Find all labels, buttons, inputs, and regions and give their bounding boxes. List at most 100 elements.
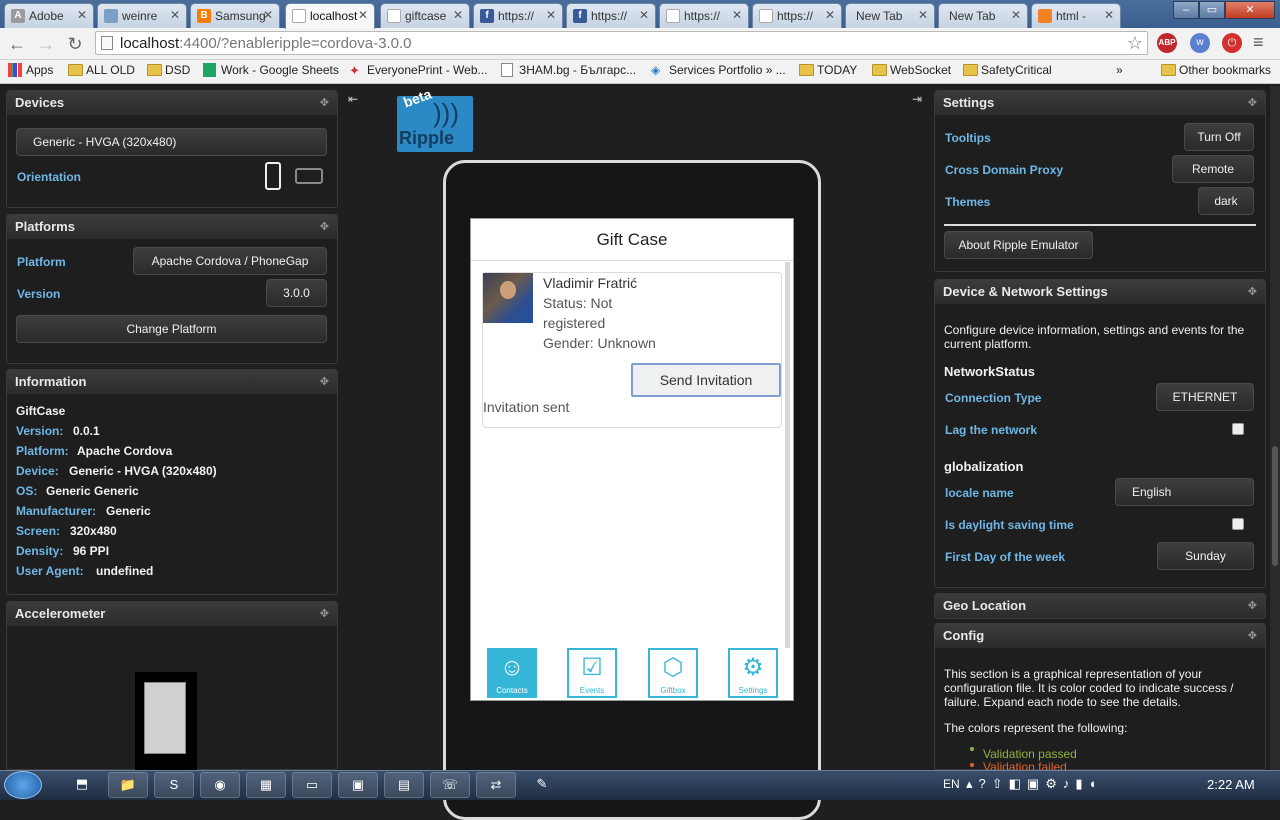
close-window-button[interactable]: ✕ (1225, 1, 1275, 19)
pin-icon[interactable]: ✥ (320, 220, 329, 233)
close-icon[interactable]: ✕ (1104, 8, 1114, 22)
bookmark-folder[interactable]: DSD (147, 63, 190, 77)
device-select[interactable]: Generic - HVGA (320x480) (16, 128, 327, 156)
browser-tab[interactable]: https://✕ (659, 3, 749, 28)
teamviewer-icon[interactable]: ⇄ (476, 772, 516, 798)
pin-icon[interactable]: ✥ (1248, 599, 1257, 612)
panel-header[interactable]: Geo Location ✥ (935, 594, 1265, 618)
taskbar-app-icon[interactable]: ⬒ (62, 772, 102, 798)
tab-events[interactable]: ☑ Events (567, 648, 617, 698)
landscape-icon[interactable] (295, 168, 323, 184)
close-icon[interactable]: ✕ (170, 8, 180, 22)
bookmark-folder-other[interactable]: Other bookmarks (1161, 63, 1271, 77)
panel-header[interactable]: Device & Network Settings ✥ (935, 280, 1265, 304)
browser-tab[interactable]: New Tab ✕ (938, 3, 1028, 28)
change-platform-button[interactable]: Change Platform (16, 315, 327, 343)
close-icon[interactable]: ✕ (77, 8, 87, 22)
accelerometer-device[interactable] (135, 672, 197, 770)
pin-icon[interactable]: ✥ (320, 96, 329, 109)
browser-tab[interactable]: f https://✕ (473, 3, 563, 28)
close-icon[interactable]: ✕ (732, 8, 742, 22)
bookmark-folder[interactable]: WebSocket (872, 63, 951, 77)
panel-header[interactable]: Settings ✥ (935, 91, 1265, 115)
browser-tab[interactable]: A Adobe ✕ (4, 3, 94, 28)
reload-icon[interactable]: ↻ (65, 34, 85, 55)
scrollbar[interactable] (785, 262, 790, 648)
proxy-select[interactable]: Remote (1172, 155, 1254, 183)
pin-icon[interactable]: ✥ (1248, 96, 1257, 109)
taskbar-app-icon[interactable]: ▣ (338, 772, 378, 798)
bookmark-folder[interactable]: ALL OLD (68, 63, 135, 77)
browser-tab[interactable]: weinre ✕ (97, 3, 187, 28)
bookmark-apps[interactable]: Apps (8, 63, 53, 77)
collapse-right-icon[interactable]: ⇥ (912, 92, 922, 106)
portrait-icon[interactable] (265, 162, 281, 190)
bookmark-link[interactable]: ✦ EveryonePrint - Web... (349, 63, 488, 78)
browser-tab[interactable]: https://✕ (752, 3, 842, 28)
forward-icon[interactable]: → (36, 34, 56, 55)
extension-icon[interactable]: w (1190, 33, 1210, 53)
menu-icon[interactable]: ≡ (1253, 32, 1264, 53)
chrome-icon[interactable]: ◉ (200, 772, 240, 798)
start-button[interactable] (4, 771, 42, 799)
clock[interactable]: 2:22 AM (1207, 777, 1255, 792)
browser-tab[interactable]: B Samsung ✕ (190, 3, 280, 28)
tray-icons[interactable]: ▴?⇧◧▣⚙♪▮◖ (966, 776, 1102, 792)
bookmark-link[interactable]: Work - Google Sheets (203, 63, 339, 77)
skype-icon[interactable]: S (154, 772, 194, 798)
connection-type-select[interactable]: ETHERNET (1156, 383, 1254, 411)
about-ripple-button[interactable]: About Ripple Emulator (944, 231, 1093, 259)
pin-icon[interactable]: ✥ (1248, 629, 1257, 642)
page-scrollbar[interactable] (1270, 86, 1280, 770)
panel-header[interactable]: Config ✥ (935, 624, 1265, 648)
explorer-icon[interactable]: 📁 (108, 772, 148, 798)
panel-header[interactable]: Platforms ✥ (7, 215, 337, 239)
pin-icon[interactable]: ✥ (320, 607, 329, 620)
version-select[interactable]: 3.0.0 (266, 279, 327, 307)
panel-header[interactable]: Accelerometer ✥ (7, 602, 337, 626)
maximize-button[interactable]: ▭ (1199, 1, 1225, 19)
close-icon[interactable]: ✕ (453, 8, 463, 22)
themes-select[interactable]: dark (1198, 187, 1254, 215)
close-icon[interactable]: ✕ (358, 8, 368, 22)
first-day-select[interactable]: Sunday (1157, 542, 1254, 570)
console-icon[interactable]: ▭ (292, 772, 332, 798)
close-icon[interactable]: ✕ (263, 8, 273, 22)
close-icon[interactable]: ✕ (825, 8, 835, 22)
adblock-icon[interactable]: ABP (1157, 33, 1177, 53)
send-invitation-button[interactable]: Send Invitation (631, 363, 781, 397)
address-bar[interactable]: localhost:4400/?enableripple=cordova-3.0… (95, 31, 1148, 55)
dst-checkbox[interactable] (1232, 518, 1244, 530)
language-indicator[interactable]: EN (943, 777, 960, 791)
tooltips-toggle[interactable]: Turn Off (1184, 123, 1254, 151)
tab-settings[interactable]: ⚙ Settings (728, 648, 778, 698)
browser-tab[interactable]: html - ✕ (1031, 3, 1121, 28)
panel-header[interactable]: Devices ✥ (7, 91, 337, 115)
browser-tab[interactable]: f https://✕ (566, 3, 656, 28)
close-icon[interactable]: ✕ (918, 8, 928, 22)
tab-giftbox[interactable]: ⬡ Giftbox (648, 648, 698, 698)
bookmark-folder[interactable]: SafetyCritical (963, 63, 1052, 77)
bookmarks-overflow[interactable]: » (1116, 63, 1123, 77)
bookmark-link[interactable]: ◈ Services Portfolio » ... (651, 63, 786, 77)
bookmark-star-icon[interactable]: ☆ (1127, 33, 1143, 54)
bookmark-folder[interactable]: TODAY (799, 63, 857, 77)
locale-select[interactable]: English (1115, 478, 1254, 506)
viber-icon[interactable]: ☏ (430, 772, 470, 798)
browser-tab-active[interactable]: localhost ✕ (285, 3, 375, 29)
close-icon[interactable]: ✕ (639, 8, 649, 22)
panel-header[interactable]: Information ✥ (7, 370, 337, 394)
browser-tab[interactable]: New Tab ✕ (845, 3, 935, 28)
pin-icon[interactable]: ✥ (320, 375, 329, 388)
scrollbar-thumb[interactable] (1272, 446, 1278, 566)
platform-select[interactable]: Apache Cordova / PhoneGap (133, 247, 327, 275)
power-extension-icon[interactable]: ⏻ (1222, 33, 1242, 53)
minimize-button[interactable]: – (1173, 1, 1199, 19)
paint-icon[interactable]: ✎ (522, 772, 562, 798)
lag-checkbox[interactable] (1232, 423, 1244, 435)
back-icon[interactable]: ← (7, 34, 27, 55)
remote-desktop-icon[interactable]: ▤ (384, 772, 424, 798)
tab-contacts[interactable]: ☺ Contacts (487, 648, 537, 698)
pin-icon[interactable]: ✥ (1248, 285, 1257, 298)
collapse-left-icon[interactable]: ⇤ (348, 92, 358, 106)
